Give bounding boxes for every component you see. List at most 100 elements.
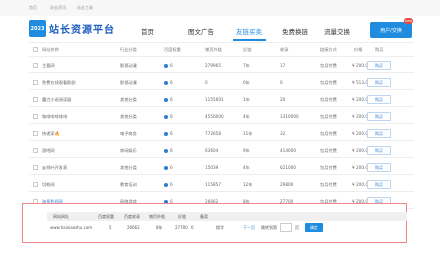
cell-site-name[interactable]: 快递家🔥 xyxy=(42,126,60,141)
popup-index: 26662 xyxy=(127,225,140,230)
cell-anchor: 4年 xyxy=(243,109,250,124)
buy-button[interactable]: 购买 xyxy=(367,146,391,155)
cell-links: 772658 xyxy=(205,126,221,141)
cell-method: 包月付费 xyxy=(320,143,337,158)
row-checkbox[interactable] xyxy=(33,80,38,85)
table-row: 主要网 影视动漫 6 279965 7年 17 包月付费 ¥ 200.00(元) 购买 xyxy=(29,58,414,73)
popup-go-button[interactable]: 确定 xyxy=(305,223,323,232)
popup-search-label: 搜华 xyxy=(216,225,224,230)
cell-site-name-text: 酒吧网 xyxy=(42,148,55,153)
nav-free-exchange[interactable]: 免费换链 xyxy=(282,26,308,36)
row-checkbox[interactable] xyxy=(33,165,38,170)
nav-traffic-exchange[interactable]: 流量交换 xyxy=(324,26,350,36)
cell-weight-text: 6 xyxy=(170,131,173,136)
table-row: 酒吧网 休闲娱乐 6 63604 9年 414000 包月付费 ¥ 200.00(元) 购买 xyxy=(29,143,414,158)
hot-icon: 🔥 xyxy=(54,131,60,136)
cell-site-name[interactable]: 咖啡啡啡啡啡 xyxy=(42,109,67,124)
nav-image-ads[interactable]: 图文广告 xyxy=(188,26,214,36)
cell-site-name[interactable]: 魔力小说阅读器 xyxy=(42,92,71,107)
cell-industry-text: 其他分类 xyxy=(120,97,137,102)
buy-button[interactable]: 购买 xyxy=(367,163,391,172)
buy-button[interactable]: 购买 xyxy=(367,78,391,87)
topbar-link-home[interactable]: 首页 xyxy=(29,5,37,11)
cell-site-name-text: 咖啡啡啡啡啡 xyxy=(42,114,68,119)
user-exchange-button[interactable]: 用户/交换 xyxy=(370,22,412,38)
cell-links-text: 115857 xyxy=(205,182,221,187)
row-checkbox[interactable] xyxy=(33,182,38,187)
weight-icon xyxy=(164,183,168,187)
popup-weight: 5 xyxy=(109,225,112,230)
cell-site-name[interactable]: 切乾网 xyxy=(42,177,55,192)
cell-industry-text: 休闲娱乐 xyxy=(120,148,137,153)
cell-index-text: 29800 xyxy=(280,182,294,187)
row-checkbox[interactable] xyxy=(33,114,38,119)
cell-links-text: 63604 xyxy=(205,148,219,153)
cell-industry-text: 其他分类 xyxy=(120,165,137,170)
cell-index-text: 621000 xyxy=(280,165,296,170)
select-all-checkbox[interactable] xyxy=(33,47,38,52)
cell-industry: 影视动漫 xyxy=(120,75,137,90)
popup-links: 8年 xyxy=(156,225,163,230)
cell-links: 279965 xyxy=(205,58,221,73)
cell-links-text: 772658 xyxy=(205,131,221,136)
popup-record: 0 xyxy=(191,225,194,230)
cell-anchor-text: 12年 xyxy=(243,182,253,187)
cell-anchor: 11年 xyxy=(243,126,253,141)
cell-links-text: 0 xyxy=(205,80,208,85)
col-anchor: 反链 xyxy=(243,47,252,52)
table-header-row: 网站名称 行业分类 百度权重 铺页外链 反链 收录 链接方式 价格 购买 xyxy=(29,42,414,57)
cell-weight: 6 xyxy=(164,177,173,192)
cell-weight: 6 xyxy=(164,75,173,90)
buy-button[interactable]: 购买 xyxy=(367,180,391,189)
cell-site-name-text: 快递家 xyxy=(42,131,55,136)
cell-site-name-text: 魔力小说阅读器 xyxy=(42,97,72,102)
buy-button[interactable]: 购买 xyxy=(367,95,391,104)
cell-links: 1155691 xyxy=(205,92,224,107)
cell-links-text: 1155691 xyxy=(205,97,224,102)
cell-weight-text: 6 xyxy=(170,148,173,153)
cell-index: 1310000 xyxy=(280,109,299,124)
buy-button[interactable]: 购买 xyxy=(367,112,391,121)
cell-site-name[interactable]: @领叶开发表 xyxy=(42,160,67,175)
cell-method-text: 包月付费 xyxy=(320,63,337,68)
popup-next-link[interactable]: 下一页 xyxy=(243,225,255,231)
row-checkbox[interactable] xyxy=(33,148,38,153)
row-checkbox[interactable] xyxy=(33,131,38,136)
cell-site-name[interactable]: 酒吧网 xyxy=(42,143,55,158)
col-method: 链接方式 xyxy=(320,47,337,52)
cell-index-text: 32 xyxy=(280,131,286,136)
table-row: 快递家🔥 电子商务 6 772658 11年 32 包月付费 ¥ 200.00(元) 购买 xyxy=(29,126,414,141)
cell-weight-text: 6 xyxy=(170,80,173,85)
cell-anchor: 12年 xyxy=(243,177,253,192)
cell-anchor: 7年 xyxy=(243,58,250,73)
row-checkbox[interactable] xyxy=(33,97,38,102)
cell-industry-text: 其他分类 xyxy=(120,114,137,119)
cell-anchor-text: 4年 xyxy=(243,165,250,170)
popup-col-anchor: 反链 xyxy=(178,214,186,219)
cell-index: 20 xyxy=(280,92,285,107)
popup-values: www.haixiaozhu.com 5 26662 8年 27700 0 搜华… xyxy=(47,222,407,234)
cell-industry: 休闲娱乐 xyxy=(120,143,137,158)
cell-anchor-text: 11年 xyxy=(243,131,253,136)
active-nav-underline xyxy=(233,39,266,41)
site-logo[interactable]: 2023 站长资源平台 xyxy=(29,20,115,37)
weight-icon xyxy=(164,115,168,119)
cell-method-text: 包月付费 xyxy=(320,148,337,153)
cell-industry-text: 影视动漫 xyxy=(120,63,137,68)
topbar-link-news[interactable]: 站长资讯 xyxy=(50,5,66,11)
cell-anchor-text: 0年 xyxy=(243,80,250,85)
cell-weight: 6 xyxy=(164,143,173,158)
popup-col-url: 网站网址 xyxy=(53,214,69,219)
topbar-link-tools[interactable]: 站长工具 xyxy=(77,5,93,11)
cell-site-name[interactable]: 免费在线观看影剧 xyxy=(42,75,76,90)
popup-anchor: 27700 xyxy=(175,225,188,230)
buy-button[interactable]: 购买 xyxy=(367,129,391,138)
nav-link-trade[interactable]: 友链买卖 xyxy=(236,26,262,36)
cell-site-name[interactable]: 主要网 xyxy=(42,58,55,73)
col-buy: 购买 xyxy=(375,47,384,52)
cell-industry: 其他分类 xyxy=(120,109,137,124)
popup-page-input[interactable] xyxy=(280,223,292,232)
row-checkbox[interactable] xyxy=(33,63,38,68)
buy-button[interactable]: 购买 xyxy=(367,61,391,70)
nav-home[interactable]: 首页 xyxy=(141,26,154,36)
